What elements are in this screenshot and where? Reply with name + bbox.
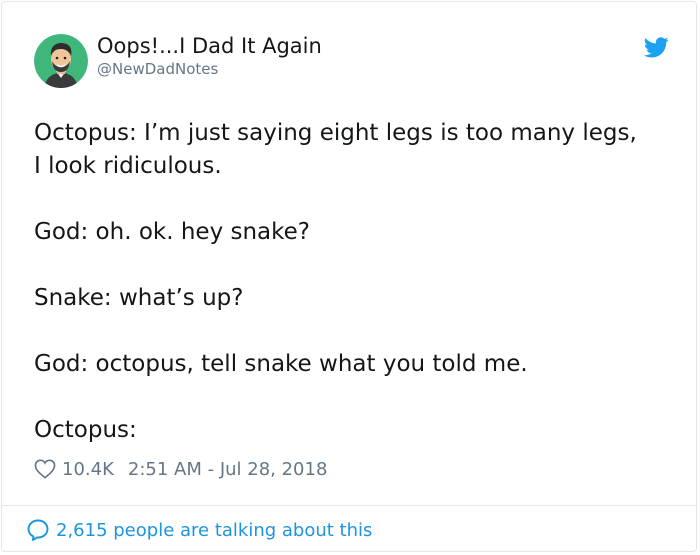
avatar-illustration <box>34 34 88 88</box>
tweet-card: Oops!...I Dad It Again @NewDadNotes Octo… <box>1 1 697 552</box>
tweet-line: God: octopus, tell snake what you told m… <box>34 351 528 377</box>
speech-bubble-icon <box>26 518 50 542</box>
heart-icon[interactable] <box>34 459 56 479</box>
author-name[interactable]: Oops!...I Dad It Again <box>97 34 322 58</box>
tweet-line: I look ridiculous. <box>34 153 222 179</box>
tweet-line: Octopus: <box>34 417 137 443</box>
avatar[interactable] <box>34 34 88 88</box>
author-handle[interactable]: @NewDadNotes <box>97 60 218 78</box>
tweet-line: Snake: what’s up? <box>34 285 244 311</box>
divider <box>2 505 696 506</box>
tweet-text: Octopus: I’m just saying eight legs is t… <box>34 117 674 447</box>
conversation-text: 2,615 people are talking about this <box>56 519 373 541</box>
twitter-bird-icon[interactable] <box>643 37 669 58</box>
tweet-line: Octopus: I’m just saying eight legs is t… <box>34 120 637 146</box>
tweet-line: God: oh. ok. hey snake? <box>34 219 310 245</box>
like-count[interactable]: 10.4K <box>62 459 114 480</box>
tweet-meta: 10.4K 2:51 AM - Jul 28, 2018 <box>34 456 327 482</box>
tweet-timestamp[interactable]: 2:51 AM - Jul 28, 2018 <box>128 459 328 480</box>
conversation-link[interactable]: 2,615 people are talking about this <box>26 518 372 542</box>
